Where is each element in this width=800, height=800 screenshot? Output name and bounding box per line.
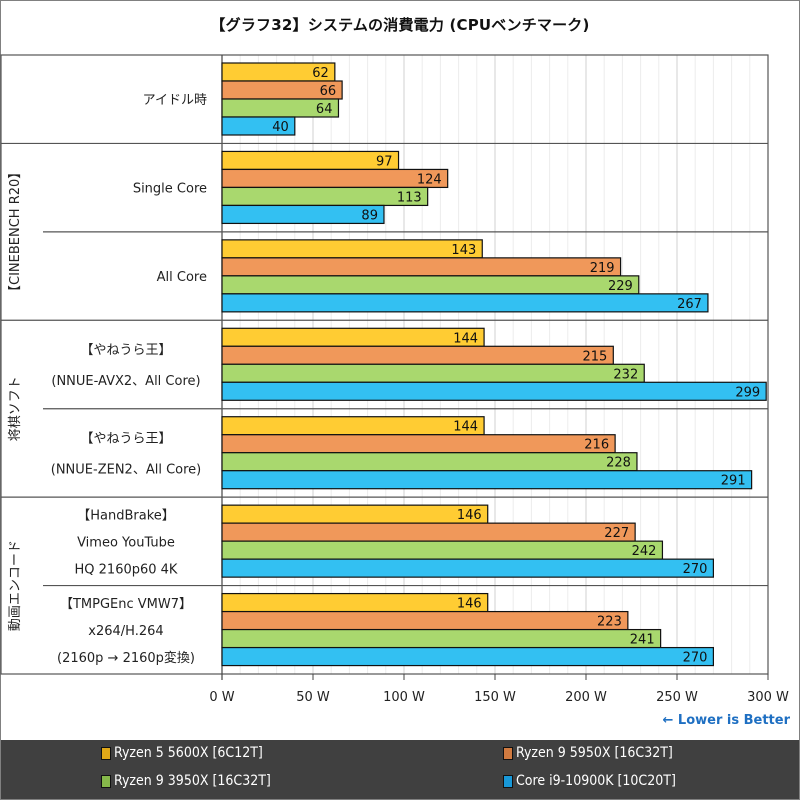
bar bbox=[221, 592, 489, 613]
x-tick-label: 0 W bbox=[209, 690, 234, 705]
bar-value-label: 229 bbox=[608, 279, 633, 294]
bar bbox=[221, 239, 483, 259]
bar-value-label: 242 bbox=[632, 544, 657, 559]
bar bbox=[221, 363, 645, 383]
bar bbox=[221, 345, 614, 365]
bar-value-label: 144 bbox=[453, 331, 478, 346]
x-tick-label: 150 W bbox=[474, 690, 516, 705]
bar bbox=[221, 646, 714, 667]
bar-value-label: 267 bbox=[677, 297, 702, 312]
legend-swatch bbox=[101, 774, 111, 788]
bar-value-label: 40 bbox=[272, 120, 289, 135]
bar-value-label: 241 bbox=[630, 633, 655, 648]
bar bbox=[221, 150, 400, 171]
x-tick-label: 250 W bbox=[656, 690, 698, 705]
category-label: アイドル時 bbox=[143, 93, 207, 108]
group-label: 将棋ソフト bbox=[8, 376, 23, 441]
category-label: 【HandBrake】 bbox=[77, 508, 175, 523]
category-label: 【TMPGEnc VMW7】 bbox=[60, 597, 192, 612]
bar bbox=[221, 470, 753, 490]
bar bbox=[221, 610, 629, 631]
bar-value-label: 64 bbox=[316, 102, 333, 117]
x-tick-label: 300 W bbox=[747, 690, 789, 705]
legend-item-core-i9-10900k: Core i9-10900K [10C20T] bbox=[503, 773, 676, 789]
bar-value-label: 144 bbox=[453, 420, 478, 435]
bar-value-label: 270 bbox=[683, 562, 708, 577]
category-label: x264/H.264 bbox=[88, 624, 163, 639]
bar-chart: 62 66 64 40 アイドル時 97 124 113 89 Single Core 143 219… bbox=[0, 54, 789, 705]
bar-value-label: 113 bbox=[397, 190, 422, 205]
bar bbox=[221, 416, 485, 436]
category-label: Vimeo YouTube bbox=[77, 535, 175, 550]
bar bbox=[221, 327, 485, 347]
category-label: (2160p → 2160p変換) bbox=[57, 650, 195, 666]
bar bbox=[221, 452, 638, 472]
bar-value-label: 227 bbox=[604, 526, 629, 541]
bar-value-label: 146 bbox=[457, 508, 482, 523]
bar-value-label: 124 bbox=[417, 172, 442, 187]
bar bbox=[221, 504, 489, 524]
bar-value-label: 219 bbox=[590, 261, 615, 276]
bar-value-label: 146 bbox=[457, 597, 482, 612]
bar-value-label: 215 bbox=[582, 349, 607, 364]
bar-value-label: 223 bbox=[597, 615, 622, 630]
bar bbox=[221, 381, 767, 401]
bar bbox=[221, 275, 640, 295]
bar bbox=[221, 293, 709, 313]
legend-label: Ryzen 9 5950X [16C32T] bbox=[516, 745, 673, 761]
legend-swatch bbox=[503, 774, 513, 788]
bar bbox=[221, 540, 664, 560]
bar-value-label: 97 bbox=[376, 154, 393, 169]
bar bbox=[221, 257, 622, 277]
x-axis: 0 W 50 W 100 W 150 W 200 W 250 W 300 W bbox=[209, 674, 789, 705]
bar-value-label: 62 bbox=[312, 66, 329, 81]
category-label: All Core bbox=[157, 270, 207, 285]
bar-value-label: 291 bbox=[721, 474, 746, 489]
legend-label: Ryzen 5 5600X [6C12T] bbox=[114, 745, 263, 761]
bar-value-label: 66 bbox=[320, 84, 337, 99]
category-label: (NNUE-AVX2、All Core) bbox=[51, 374, 200, 389]
legend-swatch bbox=[503, 746, 513, 760]
bar-value-label: 232 bbox=[613, 367, 638, 382]
group-label: 動画エンコード bbox=[8, 540, 23, 631]
bar bbox=[221, 522, 636, 542]
bar-value-label: 143 bbox=[451, 243, 476, 258]
legend-item-ryzen9-5950x: Ryzen 9 5950X [16C32T] bbox=[503, 745, 673, 761]
bar bbox=[221, 434, 616, 454]
category-label: Single Core bbox=[133, 182, 207, 197]
category-label: (NNUE-ZEN2、All Core) bbox=[51, 462, 201, 477]
legend-item-ryzen9-3950x: Ryzen 9 3950X [16C32T] bbox=[101, 773, 271, 789]
legend-item-ryzen5-5600x: Ryzen 5 5600X [6C12T] bbox=[101, 745, 263, 761]
group-label: 【CINEBENCH R20】 bbox=[8, 166, 23, 298]
x-tick-label: 100 W bbox=[383, 690, 425, 705]
legend: Ryzen 5 5600X [6C12T] Ryzen 9 5950X [16C… bbox=[1, 740, 799, 799]
category-label: 【やねうら王】 bbox=[80, 343, 171, 358]
category-label: 【やねうら王】 bbox=[80, 431, 171, 446]
legend-label: Ryzen 9 3950X [16C32T] bbox=[114, 773, 271, 789]
legend-label: Core i9-10900K [10C20T] bbox=[516, 773, 676, 789]
bar bbox=[221, 168, 449, 189]
bar bbox=[221, 558, 714, 578]
legend-swatch bbox=[101, 746, 111, 760]
bar-value-label: 89 bbox=[361, 208, 378, 223]
x-tick-label: 200 W bbox=[565, 690, 607, 705]
bar-value-label: 270 bbox=[683, 651, 708, 666]
category-label: HQ 2160p60 4K bbox=[75, 562, 178, 577]
bar bbox=[221, 204, 385, 225]
x-tick-label: 50 W bbox=[296, 690, 330, 705]
bar-value-label: 299 bbox=[735, 385, 760, 400]
lower-is-better-note: ← Lower is Better bbox=[662, 713, 791, 728]
bar-value-label: 228 bbox=[606, 456, 631, 471]
bar bbox=[221, 628, 662, 649]
bar-value-label: 216 bbox=[584, 438, 609, 453]
